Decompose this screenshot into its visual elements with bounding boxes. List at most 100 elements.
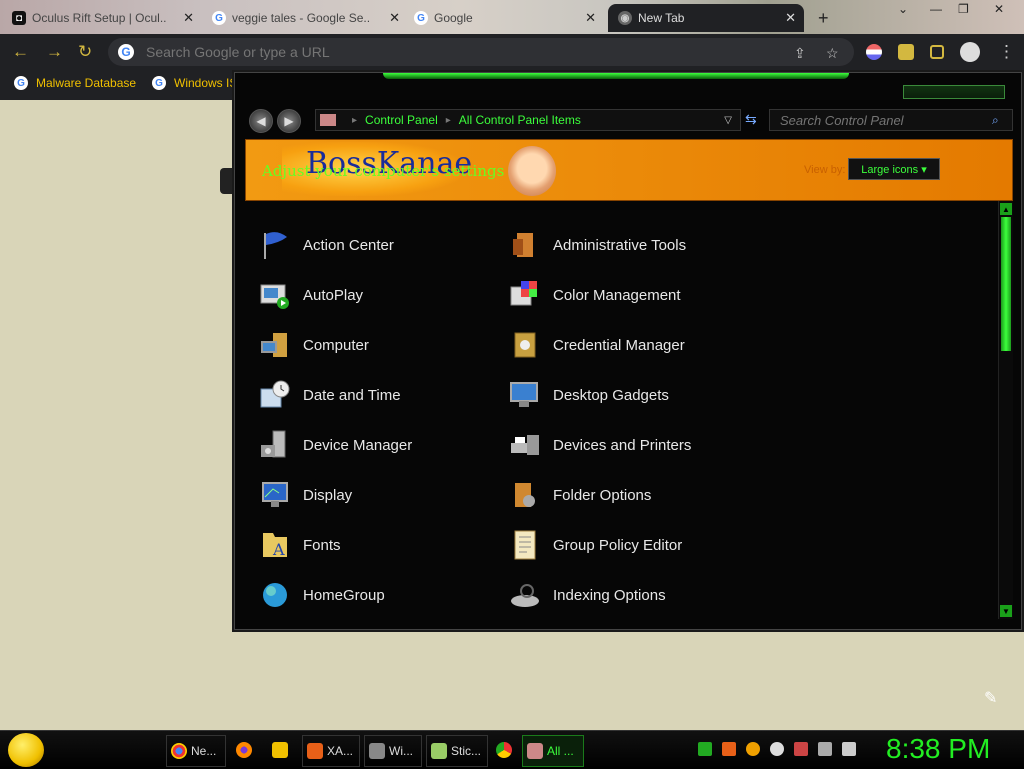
close-icon[interactable]: ✕ [785, 10, 796, 26]
new-tab-button[interactable]: + [818, 8, 829, 29]
forward-icon[interactable]: → [46, 42, 63, 62]
item-group-policy-editor[interactable]: Group Policy Editor [509, 525, 749, 565]
tab-title: Oculus Rift Setup | Ocul.. [32, 11, 167, 25]
breadcrumb-control-panel[interactable]: Control Panel [365, 113, 438, 127]
tab-veggie-tales[interactable]: G veggie tales - Google Se.. ✕ [212, 4, 408, 32]
item-label: HomeGroup [303, 586, 385, 604]
item-device-manager[interactable]: Device Manager [259, 425, 499, 465]
restore-icon[interactable]: ❐ [958, 2, 969, 16]
taskbar-firefox[interactable] [232, 735, 256, 765]
scrollbar-thumb[interactable] [1001, 217, 1011, 351]
extensions-puzzle-icon[interactable] [898, 44, 914, 60]
view-by-select[interactable]: Large icons ▾ [848, 158, 940, 180]
item-devices-and-printers[interactable]: Devices and Printers [509, 425, 749, 465]
search-icon[interactable]: ⌕ [992, 113, 999, 128]
tray-flag-icon[interactable] [794, 742, 808, 756]
display-icon [259, 479, 291, 511]
taskbar-label: Stic... [451, 744, 482, 758]
cp-address-bar[interactable]: ▸ Control Panel ▸ All Control Panel Item… [315, 109, 741, 131]
bookmark-star-icon[interactable]: ☆ [826, 45, 839, 62]
close-icon[interactable]: ✕ [389, 10, 400, 26]
tray-search-icon[interactable] [746, 742, 760, 756]
item-date-and-time[interactable]: Date and Time [259, 375, 499, 415]
bookmark-label: Malware Database [36, 76, 137, 90]
omnibox-input[interactable] [144, 43, 768, 61]
vertical-scrollbar[interactable]: ▲ ▼ [998, 201, 1013, 619]
close-icon[interactable]: ✕ [183, 10, 194, 26]
item-label: Group Policy Editor [553, 536, 683, 554]
cp-search-input[interactable] [778, 111, 992, 129]
item-label: Computer [303, 336, 369, 354]
side-panel-icon[interactable] [930, 45, 944, 59]
share-icon[interactable]: ⇪ [794, 45, 806, 62]
tray-green-icon[interactable] [698, 742, 712, 756]
dropdown-icon[interactable]: ▽ [724, 115, 732, 126]
cp-search-box[interactable]: ⌕ [769, 109, 1013, 131]
indexing-icon [509, 579, 541, 611]
page-title: Adjust your computer's settings [262, 162, 505, 180]
taskbar-explorer[interactable] [268, 735, 292, 765]
item-display[interactable]: Display [259, 475, 499, 515]
item-computer[interactable]: Computer [259, 325, 499, 365]
taskbar-chrome-new-tab[interactable]: Ne... [166, 735, 226, 767]
customize-pencil-icon[interactable]: ✎ [984, 688, 997, 708]
item-folder-options[interactable]: Folder Options [509, 475, 749, 515]
banner-avatar [508, 146, 556, 196]
taskbar-windows[interactable]: Wi... [364, 735, 422, 767]
scroll-up-icon[interactable]: ▲ [1000, 203, 1012, 215]
item-desktop-gadgets[interactable]: Desktop Gadgets [509, 375, 749, 415]
cp-forward-icon[interactable]: ▶ [277, 109, 301, 133]
google-icon: G [118, 44, 134, 60]
folder-icon [272, 742, 288, 758]
bookmark-windows[interactable]: G Windows IS [152, 76, 237, 90]
item-label: Color Management [553, 286, 681, 304]
google-icon: G [152, 76, 166, 90]
breadcrumb-all-items[interactable]: All Control Panel Items [459, 113, 581, 127]
scroll-down-icon[interactable]: ▼ [1000, 605, 1012, 617]
tray-xampp-icon[interactable] [722, 742, 736, 756]
item-label: Desktop Gadgets [553, 386, 669, 404]
item-label: Display [303, 486, 353, 504]
tab-google[interactable]: G Google ✕ [414, 4, 604, 32]
item-action-center[interactable]: Action Center [259, 225, 499, 265]
window-icon [369, 743, 385, 759]
tab-search-icon[interactable]: ⌄ [898, 2, 908, 16]
bookmark-malware-database[interactable]: G Malware Database [14, 76, 136, 90]
taskbar-xampp[interactable]: XA... [302, 735, 360, 767]
profile-avatar[interactable] [960, 42, 980, 62]
close-window-icon[interactable]: ✕ [994, 2, 1004, 16]
item-indexing-options[interactable]: Indexing Options [509, 575, 749, 615]
tray-network-icon[interactable] [818, 742, 832, 756]
tab-new-tab[interactable]: ◉ New Tab ✕ [608, 4, 804, 32]
taskbar-control-panel[interactable]: All ... [522, 735, 584, 767]
volume-icon[interactable] [842, 742, 856, 756]
tab-title: veggie tales - Google Se.. [232, 11, 371, 25]
omnibox[interactable]: G ⇪ ☆ [108, 38, 854, 66]
item-credential-manager[interactable]: Credential Manager [509, 325, 749, 365]
menu-kebab-icon[interactable]: ⋮ [998, 42, 1015, 62]
taskbar-sticky-notes[interactable]: Stic... [426, 735, 488, 767]
extension-flag-icon[interactable] [866, 44, 882, 60]
back-icon[interactable]: ← [12, 42, 29, 62]
item-administrative-tools[interactable]: Administrative Tools [509, 225, 749, 265]
taskbar-chrome[interactable] [492, 735, 516, 765]
start-button[interactable] [8, 733, 44, 767]
minimize-icon[interactable]: — [930, 2, 942, 16]
sticky-notes-icon [431, 743, 447, 759]
taskbar-label: All ... [547, 744, 574, 758]
close-icon[interactable]: ✕ [585, 10, 596, 26]
item-label: Devices and Printers [553, 436, 692, 454]
taskbar-clock[interactable]: 8:38 PM [886, 733, 990, 765]
device-manager-icon [259, 429, 291, 461]
item-autoplay[interactable]: AutoPlay [259, 275, 499, 315]
refresh-icon[interactable]: ⇆ [745, 111, 757, 128]
reload-icon[interactable]: ↻ [78, 42, 92, 62]
item-label: AutoPlay [303, 286, 364, 304]
item-homegroup[interactable]: HomeGroup [259, 575, 499, 615]
item-fonts[interactable]: A Fonts [259, 525, 499, 565]
cp-back-icon[interactable]: ◀ [249, 109, 273, 133]
window-controls[interactable] [903, 85, 1005, 99]
item-color-management[interactable]: Color Management [509, 275, 749, 315]
tray-status-icon[interactable] [770, 742, 784, 756]
tab-oculus[interactable]: ◘ Oculus Rift Setup | Ocul.. ✕ [12, 4, 202, 32]
